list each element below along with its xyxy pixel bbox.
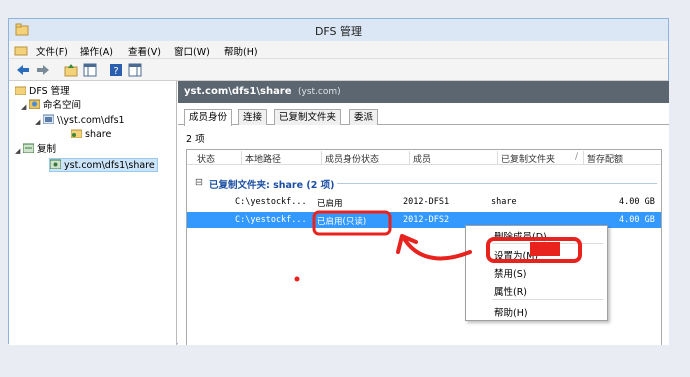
group-divider [337, 183, 657, 184]
tab-strip: 成员身份 连接 已复制文件夹 委派 [178, 109, 669, 126]
cell-staging-quota: 4.00 GB [619, 215, 655, 225]
tree-root-label: DFS 管理 [29, 86, 70, 97]
replication-collapse-icon[interactable]: ◢ [15, 147, 20, 155]
cell-member: 2012-DFS1 [403, 197, 450, 207]
cell-member: 2012-DFS2 [403, 215, 450, 225]
tree-namespace-label: 命名空间 [43, 100, 82, 111]
col-divider[interactable] [583, 151, 584, 164]
cell-member-status: 已启用(只读) [317, 217, 367, 227]
replication-icon [23, 143, 34, 153]
context-item-remove-member[interactable]: 删除成员(D) [494, 229, 547, 243]
context-menu: 删除成员(D) 设置为(M) 禁用(S) 属性(R) 帮助(H) [465, 225, 608, 321]
item-count: 2 项 [186, 134, 205, 145]
sort-indicator: / [575, 152, 579, 162]
col-divider[interactable] [241, 151, 242, 164]
cell-member-status: 已启用 [317, 199, 343, 209]
context-separator [492, 299, 603, 300]
toolbar: ? [9, 59, 668, 81]
col-status[interactable]: 状态 [197, 152, 215, 165]
dfs-root-icon [15, 86, 26, 95]
title-bar: DFS 管理 [9, 19, 668, 41]
menu-file[interactable]: 文件(F) [36, 44, 68, 58]
namespace-folder-icon [43, 114, 54, 124]
namespace-item-collapse-icon[interactable]: ◢ [35, 118, 40, 126]
window-title: DFS 管理 [314, 25, 363, 38]
namespace-icon [29, 99, 40, 109]
tab-replicated-folders[interactable]: 已复制文件夹 [274, 109, 342, 125]
col-divider[interactable] [321, 151, 322, 164]
replication-group-icon [50, 159, 61, 169]
menu-help[interactable]: 帮助(H) [224, 44, 258, 58]
menu-view[interactable]: 查看(V) [128, 44, 161, 58]
cell-local-path: C:\yestockf... [235, 215, 307, 225]
cell-local-path: C:\yestockf... [235, 197, 307, 207]
help-icon[interactable]: ? [108, 62, 124, 78]
namespace-collapse-icon[interactable]: ◢ [21, 103, 26, 111]
tree-root[interactable]: DFS 管理 [15, 85, 70, 99]
col-divider[interactable] [497, 151, 498, 164]
tree-replication[interactable]: 复制 [23, 143, 56, 157]
forward-arrow-icon[interactable] [35, 62, 51, 78]
context-separator [492, 243, 603, 244]
tree-share[interactable]: share [71, 128, 111, 142]
tab-connections[interactable]: 连接 [238, 109, 268, 125]
context-item-help[interactable]: 帮助(H) [494, 305, 528, 319]
content-header-title: yst.com\dfs1\share [184, 86, 292, 97]
col-staging-quota[interactable]: 暂存配额 [587, 152, 623, 165]
menu-app-icon [14, 46, 28, 56]
tree-replication-item-label: yst.com\dfs1\share [64, 160, 155, 171]
table-row[interactable]: C:\yestockf... 已启用 2012-DFS1 share 4.00 … [187, 194, 661, 210]
col-member[interactable]: 成员 [413, 152, 431, 165]
show-action-pane-icon[interactable] [127, 62, 143, 78]
tree-namespace-item-label: \\yst.com\dfs1 [57, 115, 125, 126]
group-header[interactable]: ⊟ 已复制文件夹: share (2 项) [187, 176, 661, 191]
group-collapse-icon[interactable]: ⊟ [195, 177, 203, 188]
menu-action[interactable]: 操作(A) [80, 44, 113, 58]
show-hide-tree-icon[interactable] [82, 62, 98, 78]
tree-replication-item[interactable]: yst.com\dfs1\share [49, 158, 158, 172]
share-folder-icon [71, 129, 82, 138]
col-member-status[interactable]: 成员身份状态 [325, 152, 379, 165]
content-header: yst.com\dfs1\share (yst.com) [178, 81, 669, 103]
menu-bar: 文件(F) 操作(A) 查看(V) 窗口(W) 帮助(H) [9, 41, 668, 59]
col-divider[interactable] [409, 151, 410, 164]
context-item-properties[interactable]: 属性(R) [494, 284, 527, 298]
cell-replicated-folder: share [491, 197, 517, 207]
context-item-disable[interactable]: 禁用(S) [494, 266, 526, 280]
col-local-path[interactable]: 本地路径 [245, 152, 281, 165]
tree-replication-label: 复制 [37, 144, 57, 155]
grid-header: 状态 本地路径 成员身份状态 成员 已复制文件夹 / 暂存配额 [187, 150, 661, 165]
menu-window[interactable]: 窗口(W) [174, 44, 210, 58]
up-folder-icon[interactable] [63, 62, 79, 78]
tab-membership[interactable]: 成员身份 [184, 109, 233, 126]
tree-share-label: share [85, 129, 112, 140]
back-arrow-icon[interactable] [15, 62, 31, 78]
tree-namespace-item[interactable]: \\yst.com\dfs1 [43, 114, 125, 128]
content-header-domain: (yst.com) [298, 87, 341, 97]
tree-namespace[interactable]: 命名空间 [29, 99, 81, 113]
svg-text:?: ? [113, 66, 118, 77]
group-label: 已复制文件夹: share (2 项) [209, 180, 335, 191]
context-item-set-read-only[interactable]: 设置为(M) [494, 248, 538, 262]
cell-staging-quota: 4.00 GB [619, 197, 655, 207]
tab-delegation[interactable]: 委派 [349, 109, 379, 125]
navigation-tree: DFS 管理 ◢ 命名空间 ◢ \\yst.com\dfs1 share ◢ 复… [9, 81, 177, 345]
col-replicated-folder[interactable]: 已复制文件夹 [501, 152, 555, 165]
